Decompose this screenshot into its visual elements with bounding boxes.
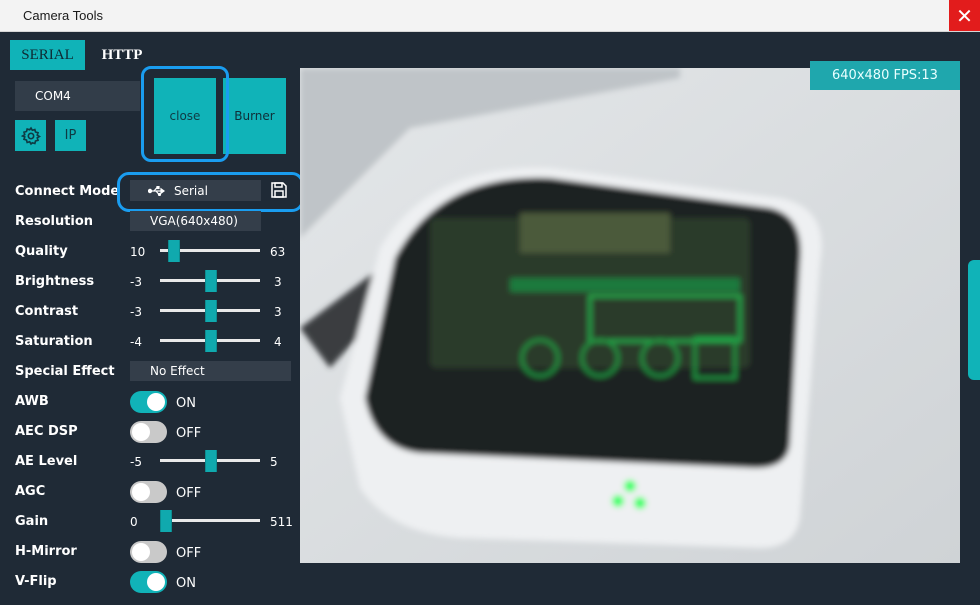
quality-slider-thumb[interactable]	[168, 240, 180, 262]
saturation-max: 4	[274, 335, 282, 349]
usb-icon	[148, 185, 166, 196]
connect-mode-value: Serial	[174, 183, 208, 198]
contrast-label: Contrast	[15, 304, 79, 319]
quality-label: Quality	[15, 244, 68, 259]
v-flip-toggle[interactable]	[130, 571, 167, 593]
h-mirror-label: H-Mirror	[15, 544, 77, 559]
brightness-label: Brightness	[15, 274, 95, 289]
gain-slider-track[interactable]	[160, 519, 260, 522]
toggle-knob	[132, 423, 150, 441]
aec-dsp-toggle[interactable]	[130, 421, 167, 443]
panel-scroll-handle[interactable]	[968, 260, 980, 380]
toggle-knob	[147, 573, 165, 591]
h-mirror-state: OFF	[176, 546, 202, 561]
v-flip-label: V-Flip	[15, 574, 57, 589]
title-bar: Camera Tools ✕	[0, 0, 980, 32]
agc-state: OFF	[176, 486, 202, 501]
toggle-knob	[147, 393, 165, 411]
gain-slider-thumb[interactable]	[160, 510, 172, 532]
close-window-button[interactable]: ✕	[949, 0, 980, 31]
gain-min: 0	[130, 515, 138, 529]
awb-toggle[interactable]	[130, 391, 167, 413]
contrast-max: 3	[274, 305, 282, 319]
awb-label: AWB	[15, 394, 49, 409]
saturation-slider-thumb[interactable]	[205, 330, 217, 352]
quality-min: 10	[130, 245, 146, 259]
contrast-min: -3	[130, 305, 142, 319]
resolution-label: Resolution	[15, 214, 94, 229]
h-mirror-toggle[interactable]	[130, 541, 167, 563]
close-icon: ✕	[956, 3, 973, 28]
resolution-select[interactable]: VGA(640x480)	[130, 211, 261, 231]
camera-frame-image	[300, 68, 960, 563]
gain-max: 511	[270, 515, 293, 529]
port-select[interactable]: COM4	[15, 81, 140, 111]
aec-dsp-state: OFF	[176, 426, 202, 441]
toggle-knob	[132, 543, 150, 561]
gear-icon	[20, 126, 41, 145]
tab-serial[interactable]: SERIAL	[10, 40, 85, 70]
saturation-min: -4	[130, 335, 142, 349]
connect-mode-select[interactable]: Serial	[130, 180, 261, 201]
gain-label: Gain	[15, 514, 49, 529]
settings-button[interactable]	[15, 120, 46, 151]
window-title: Camera Tools	[23, 8, 103, 23]
agc-toggle[interactable]	[130, 481, 167, 503]
awb-state: ON	[176, 396, 196, 411]
ae-level-label: AE Level	[15, 454, 78, 469]
ae-level-min: -5	[130, 455, 142, 469]
tab-http[interactable]: HTTP	[92, 40, 152, 70]
connect-mode-label: Connect Mode	[15, 184, 120, 199]
fps-overlay: 640x480 FPS:13	[810, 61, 960, 90]
save-icon	[271, 182, 287, 198]
quality-max: 63	[270, 245, 286, 259]
ip-button[interactable]: IP	[55, 120, 86, 151]
ae-level-slider-thumb[interactable]	[205, 450, 217, 472]
ae-level-max: 5	[270, 455, 278, 469]
close-connection-button[interactable]: close	[154, 78, 216, 154]
v-flip-state: ON	[176, 576, 196, 591]
agc-label: AGC	[15, 484, 46, 499]
camera-preview	[300, 68, 960, 563]
toggle-knob	[132, 483, 150, 501]
aec-dsp-label: AEC DSP	[15, 424, 78, 439]
contrast-slider-thumb[interactable]	[205, 300, 217, 322]
brightness-max: 3	[274, 275, 282, 289]
brightness-min: -3	[130, 275, 142, 289]
burner-button[interactable]: Burner	[223, 78, 286, 154]
brightness-slider-thumb[interactable]	[205, 270, 217, 292]
save-button[interactable]	[270, 181, 290, 201]
saturation-label: Saturation	[15, 334, 93, 349]
special-effect-label: Special Effect	[15, 364, 115, 379]
special-effect-select[interactable]: No Effect	[130, 361, 291, 381]
